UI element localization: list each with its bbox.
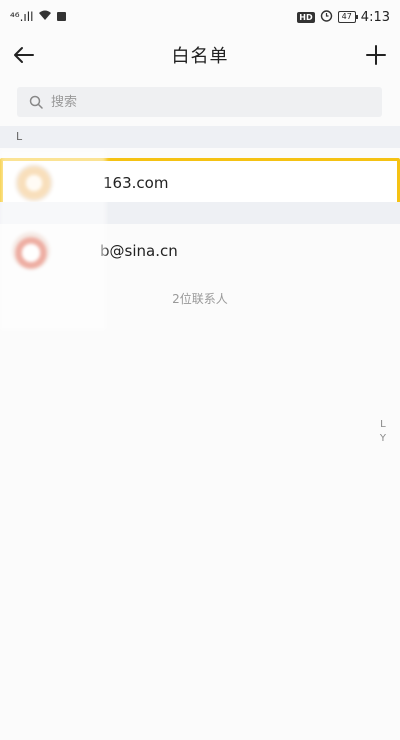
hd-icon: HD xyxy=(297,11,315,23)
status-bar: ⁴⁶.ıll HD 47 4:13 xyxy=(0,0,400,34)
contact-email: 163.com xyxy=(103,174,169,192)
battery-icon: 47 xyxy=(337,11,359,23)
back-button[interactable] xyxy=(2,34,46,76)
app-header: 白名单 xyxy=(0,34,400,76)
arrow-left-icon xyxy=(14,47,34,63)
wifi-icon xyxy=(38,10,52,24)
screen: ⁴⁶.ıll HD 47 4:13 白名单 搜索 L 163.com b@sin… xyxy=(0,0,400,740)
status-left: ⁴⁶.ıll xyxy=(10,10,67,24)
alphabet-index[interactable]: L Y xyxy=(380,418,386,446)
status-time: 4:13 xyxy=(360,9,390,25)
alarm-icon xyxy=(320,9,333,25)
search-icon xyxy=(29,95,43,109)
add-button[interactable] xyxy=(354,34,398,76)
plus-icon xyxy=(366,45,386,65)
contact-count: 2位联系人 xyxy=(172,292,228,306)
page-title: 白名单 xyxy=(171,46,229,67)
search-bar[interactable] xyxy=(17,87,382,117)
section-header-l: L xyxy=(0,126,400,148)
search-input[interactable] xyxy=(49,93,353,111)
signal-icon: ⁴⁶.ıll xyxy=(10,10,34,24)
status-right: HD 47 4:13 xyxy=(297,9,390,25)
contact-email: b@sina.cn xyxy=(100,242,178,260)
index-letter-l[interactable]: L xyxy=(380,418,386,432)
index-letter-y[interactable]: Y xyxy=(380,432,386,446)
notification-icon xyxy=(57,10,67,24)
